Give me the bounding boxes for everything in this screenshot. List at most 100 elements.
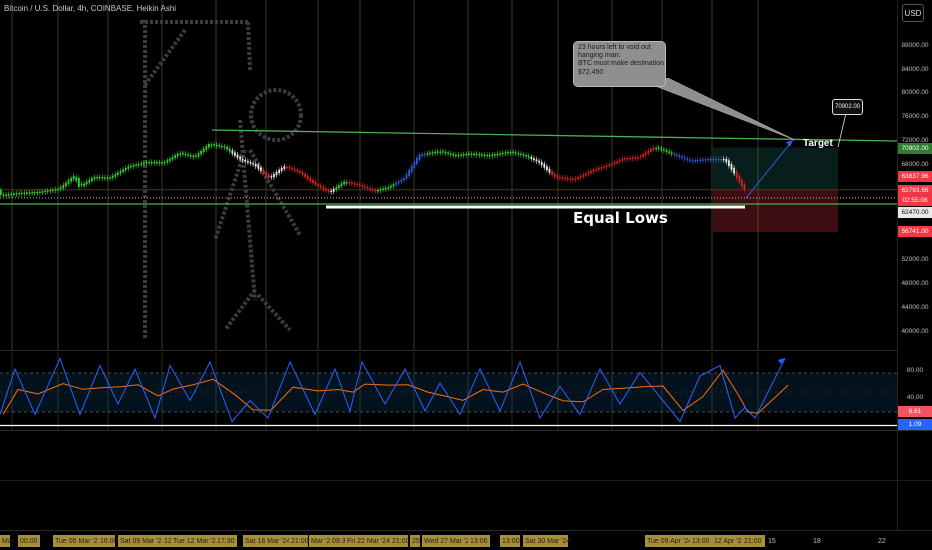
candle-body [725, 158, 728, 163]
candle-body [171, 157, 174, 160]
time-tick: Tue 05 Mar '24 [53, 535, 102, 547]
candle-body [598, 168, 600, 170]
candle-body [392, 184, 395, 187]
candle-body [434, 151, 436, 154]
candle-body [210, 144, 213, 146]
candle-body [189, 155, 192, 157]
candle-body [18, 192, 20, 195]
candle-body [327, 189, 330, 193]
candle-body [150, 162, 153, 164]
candle-body [629, 157, 631, 160]
time-tick: 13:06 [468, 535, 490, 547]
note-line: hanging man: [578, 52, 621, 60]
panel-separator [0, 350, 897, 351]
candle-body [603, 166, 605, 168]
candle-body [140, 163, 143, 165]
candle-body [702, 159, 704, 161]
candle-body [501, 152, 504, 155]
candle-body [2, 194, 5, 197]
candle-body [444, 151, 447, 154]
price-tick: 68000.00 [901, 161, 929, 168]
price-label: 02:55:08 [898, 195, 932, 206]
candle-body [5, 194, 7, 196]
candle-body [582, 174, 585, 177]
time-tick: Tue 12 Mar '24 [171, 535, 220, 547]
candle-body [416, 157, 418, 165]
candle-body [44, 190, 46, 193]
candle-body [257, 165, 260, 169]
candle-body [546, 166, 548, 171]
candle-body [179, 153, 182, 155]
candle-body [273, 174, 275, 178]
candle-body [85, 181, 88, 185]
candle-body [514, 152, 517, 154]
note-line: $72,450 [578, 68, 604, 76]
candle-body [403, 178, 405, 181]
candle-body [226, 146, 228, 150]
candle-body [652, 147, 655, 150]
candle-body [249, 161, 252, 164]
candle-body [197, 153, 200, 157]
candle-body [605, 165, 608, 167]
candle-body [738, 175, 741, 183]
candle-body [566, 177, 569, 180]
candle-body [169, 158, 171, 162]
candle-body [639, 156, 642, 158]
candle-body [587, 172, 590, 175]
currency-button[interactable]: USD [902, 4, 924, 22]
candle-body [67, 180, 70, 184]
candle-body [262, 169, 265, 174]
candle-body [465, 153, 468, 156]
candle-body [512, 151, 514, 154]
candle-body [98, 176, 101, 179]
candle-body [184, 153, 187, 156]
candle-body [236, 154, 239, 158]
time-tick: 09:3 [330, 535, 346, 547]
panel-separator [0, 480, 932, 481]
candle-body [634, 157, 637, 159]
note-line: BTC must make destination [578, 60, 664, 68]
candle-body [600, 167, 603, 169]
candle-body [559, 177, 561, 179]
candle-body [309, 177, 312, 182]
candle-body [312, 179, 314, 184]
candle-body [15, 193, 18, 195]
candle-body [109, 177, 111, 179]
price-axis-border [897, 0, 898, 531]
candle-body [267, 174, 270, 178]
price-label: 63837.96 [898, 171, 932, 182]
candle-body [579, 175, 582, 178]
price-tick: 76000.00 [901, 113, 929, 120]
candle-body [655, 147, 657, 150]
candle-body [468, 153, 470, 155]
candle-body [525, 154, 527, 157]
candle-body [707, 158, 709, 161]
candle-body [481, 154, 483, 156]
candle-body [332, 188, 335, 192]
candle-body [743, 184, 746, 190]
candle-body [442, 151, 444, 153]
candle-body [712, 158, 715, 161]
candle-body [247, 160, 249, 163]
candle-body [683, 157, 686, 160]
note-line: 23 hours left to void out [578, 44, 651, 51]
candle-body [31, 192, 33, 194]
candle-body [137, 164, 140, 166]
candle-body [299, 170, 301, 173]
candle-body [283, 166, 286, 169]
candle-body [494, 154, 496, 156]
candle-body [553, 173, 556, 177]
candle-body [483, 154, 486, 156]
candle-body [387, 187, 390, 189]
candle-body [447, 152, 449, 154]
candle-body [286, 166, 288, 169]
time-tick: 00:00 [18, 535, 40, 547]
candle-body [499, 153, 501, 155]
candle-body [540, 161, 543, 166]
candle-body [660, 148, 663, 150]
candle-body [353, 183, 356, 185]
candle-body [23, 192, 26, 195]
candle-body [413, 161, 416, 169]
candle-body [215, 144, 218, 147]
candle-body [491, 154, 494, 157]
